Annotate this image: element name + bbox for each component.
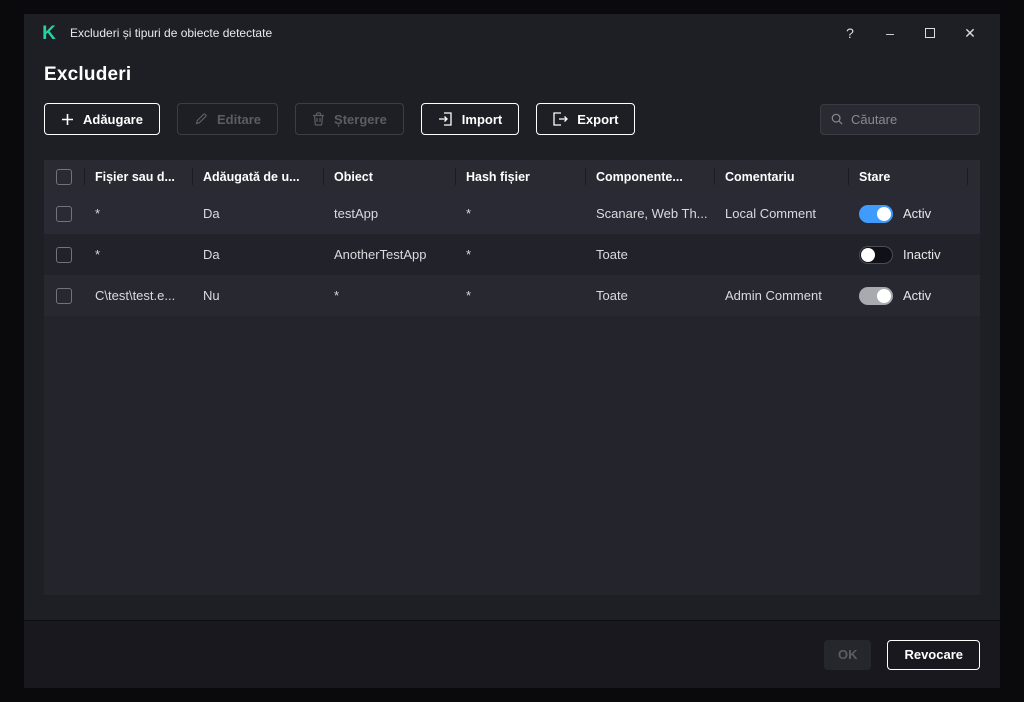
toggle-knob [861, 248, 875, 262]
cell-components: Toate [585, 234, 714, 275]
cell-added-by: Da [192, 234, 323, 275]
add-button[interactable]: Adăugare [44, 103, 160, 135]
table-empty-area [44, 316, 980, 595]
toggle-knob [877, 207, 891, 221]
cell-components: Scanare, Web Th... [585, 193, 714, 234]
cell-added-by: Da [192, 193, 323, 234]
cell-object: AnotherTestApp [323, 234, 455, 275]
export-icon [553, 112, 568, 126]
cell-comment: Local Comment [714, 193, 848, 234]
state-label: Activ [903, 206, 931, 221]
ok-button[interactable]: OK [824, 640, 872, 670]
pencil-icon [194, 112, 208, 126]
column-header-comment[interactable]: Comentariu [714, 160, 848, 193]
import-button-label: Import [462, 112, 502, 127]
table-header: Fișier sau d... Adăugată de u... Obiect … [44, 160, 980, 193]
close-button[interactable]: ✕ [950, 18, 990, 48]
toggle-knob [877, 289, 891, 303]
column-header-file[interactable]: Fișier sau d... [84, 160, 192, 193]
row-checkbox[interactable] [56, 247, 72, 263]
select-all-checkbox[interactable] [56, 169, 72, 185]
table-row[interactable]: * Da AnotherTestApp * Toate Inactiv [44, 234, 980, 275]
add-button-label: Adăugare [83, 112, 143, 127]
page-title: Excluderi [44, 64, 980, 86]
cell-comment: Admin Comment [714, 275, 848, 316]
cell-hash: * [455, 275, 585, 316]
search-icon [831, 112, 843, 126]
state-label: Inactiv [903, 247, 941, 262]
exclusions-table: Fișier sau d... Adăugată de u... Obiect … [44, 160, 980, 595]
cell-object: testApp [323, 193, 455, 234]
app-window: K Excluderi și tipuri de obiecte detecta… [24, 14, 1000, 688]
column-header-components[interactable]: Componente... [585, 160, 714, 193]
cell-added-by: Nu [192, 275, 323, 316]
delete-button[interactable]: Ștergere [295, 103, 404, 135]
toolbar: Adăugare Editare Ștergere Import Export [44, 103, 980, 135]
help-button[interactable]: ? [830, 18, 870, 48]
trash-icon [312, 112, 325, 126]
window-controls: ? – ✕ [830, 18, 990, 48]
row-checkbox[interactable] [56, 288, 72, 304]
footer-bar: OK Revocare [24, 620, 1000, 688]
state-label: Activ [903, 288, 931, 303]
import-button[interactable]: Import [421, 103, 519, 135]
kaspersky-logo-icon: K [38, 22, 60, 44]
table-row[interactable]: * Da testApp * Scanare, Web Th... Local … [44, 193, 980, 234]
column-header-state[interactable]: Stare [848, 160, 967, 193]
minimize-button[interactable]: – [870, 18, 910, 48]
column-header-added-by[interactable]: Adăugată de u... [192, 160, 323, 193]
cell-file: * [84, 234, 192, 275]
cancel-button[interactable]: Revocare [887, 640, 980, 670]
column-header-object[interactable]: Obiect [323, 160, 455, 193]
plus-icon [61, 113, 74, 126]
title-bar: K Excluderi și tipuri de obiecte detecta… [24, 14, 1000, 52]
export-button-label: Export [577, 112, 618, 127]
delete-button-label: Ștergere [334, 112, 387, 127]
table-row[interactable]: C\test\test.e... Nu * * Toate Admin Comm… [44, 275, 980, 316]
search-input[interactable] [851, 112, 969, 127]
import-icon [438, 112, 453, 126]
state-toggle[interactable] [859, 205, 893, 223]
cell-hash: * [455, 193, 585, 234]
state-toggle[interactable] [859, 287, 893, 305]
window-title: Excluderi și tipuri de obiecte detectate [70, 26, 272, 40]
column-header-hash[interactable]: Hash fișier [455, 160, 585, 193]
cell-object: * [323, 275, 455, 316]
export-button[interactable]: Export [536, 103, 635, 135]
state-toggle[interactable] [859, 246, 893, 264]
edit-button-label: Editare [217, 112, 261, 127]
cell-comment [714, 234, 848, 275]
content-area: Excluderi Adăugare Editare Ștergere Impo… [24, 52, 1000, 620]
edit-button[interactable]: Editare [177, 103, 278, 135]
maximize-icon [925, 28, 935, 38]
search-box [820, 104, 980, 135]
row-checkbox[interactable] [56, 206, 72, 222]
cell-components: Toate [585, 275, 714, 316]
maximize-button[interactable] [910, 18, 950, 48]
cell-file: * [84, 193, 192, 234]
cell-hash: * [455, 234, 585, 275]
column-header-filler [967, 160, 980, 193]
cell-file: C\test\test.e... [84, 275, 192, 316]
